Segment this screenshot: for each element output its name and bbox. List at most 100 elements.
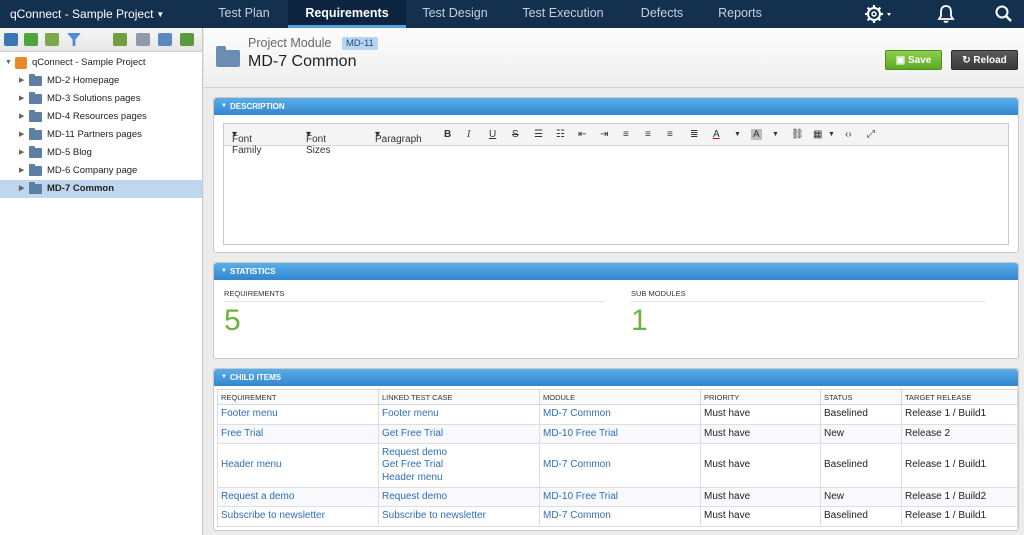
- tree-item[interactable]: ▶ MD-11 Partners pages: [0, 126, 202, 144]
- collapse-icon: ▼: [221, 374, 227, 380]
- expand-arrow-icon[interactable]: ▶: [19, 90, 24, 108]
- add-module-icon[interactable]: [4, 33, 18, 46]
- outdent-icon[interactable]: ⇤: [578, 129, 586, 140]
- module-link[interactable]: MD-10 Free Trial: [539, 487, 701, 507]
- requirement-link[interactable]: Request a demo: [217, 487, 379, 507]
- test-case-link[interactable]: Get Free Trial: [382, 428, 536, 441]
- font-color-caret-icon[interactable]: ▼: [734, 131, 741, 138]
- module-link[interactable]: MD-7 Common: [539, 404, 701, 425]
- page-title[interactable]: MD-7 Common: [248, 53, 356, 71]
- align-left-icon[interactable]: ≡: [623, 129, 629, 140]
- requirement-link[interactable]: Header menu: [217, 443, 379, 488]
- column-header-status[interactable]: STATUS: [820, 389, 902, 405]
- font-sizes-dropdown[interactable]: Font Sizes ▾: [306, 129, 330, 156]
- main-nav: Test Plan Requirements Test Design Test …: [200, 0, 778, 28]
- nav-reports[interactable]: Reports: [702, 0, 778, 28]
- target-release-cell: Release 1 / Build1: [901, 404, 1018, 425]
- test-case-link[interactable]: Header menu: [382, 472, 536, 485]
- linked-test-case-cell: Request demo: [378, 487, 540, 507]
- export-icon[interactable]: [158, 33, 172, 46]
- requirement-link[interactable]: Footer menu: [217, 404, 379, 425]
- add-requirement-icon[interactable]: [24, 33, 38, 46]
- bullet-list-icon[interactable]: ☰: [534, 129, 543, 140]
- align-center-icon[interactable]: ≡: [645, 129, 651, 140]
- expand-arrow-icon[interactable]: ▶: [19, 108, 24, 126]
- fullscreen-icon[interactable]: ⤢: [867, 129, 875, 140]
- expand-arrow-icon[interactable]: ▶: [19, 144, 24, 162]
- test-case-link[interactable]: Get Free Trial: [382, 459, 536, 472]
- requirement-link[interactable]: Free Trial: [217, 424, 379, 444]
- module-id-badge[interactable]: MD-11: [342, 37, 378, 50]
- import-icon[interactable]: [45, 33, 59, 46]
- module-link[interactable]: MD-7 Common: [539, 443, 701, 488]
- expand-arrow-icon[interactable]: ▶: [19, 162, 24, 180]
- paragraph-dropdown[interactable]: Paragraph ▾: [375, 129, 422, 145]
- bg-color-caret-icon[interactable]: ▼: [772, 131, 779, 138]
- requirement-link[interactable]: Subscribe to newsletter: [217, 506, 379, 527]
- strikethrough-button[interactable]: S: [512, 129, 519, 140]
- child-items-table: REQUIREMENT LINKED TEST CASE MODULE PRIO…: [217, 389, 1018, 527]
- nav-requirements[interactable]: Requirements: [288, 0, 406, 28]
- module-link[interactable]: MD-10 Free Trial: [539, 424, 701, 444]
- italic-button[interactable]: I: [467, 129, 470, 140]
- background-color-button[interactable]: A: [751, 129, 762, 140]
- tree-root[interactable]: ▼ qConnect - Sample Project: [0, 54, 202, 72]
- collapse-arrow-icon[interactable]: ▼: [5, 54, 12, 72]
- tree-item[interactable]: ▶ MD-3 Solutions pages: [0, 90, 202, 108]
- expand-arrow-icon[interactable]: ▶: [19, 126, 24, 144]
- module-link[interactable]: MD-7 Common: [539, 506, 701, 527]
- font-family-dropdown[interactable]: Font Family ▾: [232, 129, 261, 156]
- statistics-header[interactable]: ▼ STATISTICS: [214, 263, 1018, 280]
- refresh-tree-icon[interactable]: [113, 33, 127, 46]
- align-right-icon[interactable]: ≡: [667, 129, 673, 140]
- tree-item[interactable]: ▶ MD-4 Resources pages: [0, 108, 202, 126]
- column-header-linked-test-case[interactable]: LINKED TEST CASE: [378, 389, 540, 405]
- test-case-link[interactable]: Request demo: [382, 447, 536, 460]
- table-caret-icon[interactable]: ▼: [828, 131, 835, 138]
- numbered-list-icon[interactable]: ☷: [556, 129, 565, 140]
- statistics-body: REQUIREMENTS 5 SUB MODULES 1: [214, 280, 1018, 352]
- column-header-module[interactable]: MODULE: [539, 389, 701, 405]
- table-row: Header menu Request demo Get Free Trial …: [217, 443, 1018, 488]
- project-selector[interactable]: qConnect - Sample Project ▼: [10, 7, 164, 21]
- filter-icon[interactable]: [67, 33, 81, 46]
- sub-modules-count-label: SUB MODULES: [631, 289, 686, 298]
- column-header-requirement[interactable]: REQUIREMENT: [217, 389, 379, 405]
- expand-arrow-icon[interactable]: ▶: [19, 72, 24, 90]
- font-color-button[interactable]: A: [713, 129, 720, 140]
- search-icon[interactable]: [994, 4, 1014, 24]
- tree-item[interactable]: ▶ MD-5 Blog: [0, 144, 202, 162]
- tree-item-selected[interactable]: ▶ MD-7 Common: [0, 180, 202, 198]
- nav-test-design[interactable]: Test Design: [406, 0, 504, 28]
- bold-button[interactable]: B: [444, 129, 451, 140]
- column-header-priority[interactable]: PRIORITY: [700, 389, 821, 405]
- link-icon[interactable]: ⛓: [791, 129, 804, 140]
- bell-icon[interactable]: [936, 4, 956, 24]
- description-header[interactable]: ▼ DESCRIPTION: [214, 98, 1018, 115]
- nav-test-plan[interactable]: Test Plan: [200, 0, 288, 28]
- test-case-link[interactable]: Footer menu: [382, 408, 536, 421]
- child-items-header[interactable]: ▼ CHILD ITEMS: [214, 369, 1018, 386]
- table-icon[interactable]: ▦: [813, 129, 822, 140]
- indent-icon[interactable]: ⇥: [600, 129, 608, 140]
- copy-icon[interactable]: [136, 33, 150, 46]
- column-header-target-release[interactable]: TARGET RELEASE: [901, 389, 1018, 405]
- test-case-link[interactable]: Request demo: [382, 491, 536, 504]
- save-button[interactable]: ▣ Save: [885, 50, 942, 70]
- reload-button[interactable]: ↻ Reload: [951, 50, 1018, 70]
- source-code-icon[interactable]: ‹›: [845, 129, 852, 140]
- divider: [224, 301, 604, 302]
- tree-item[interactable]: ▶ MD-6 Company page: [0, 162, 202, 180]
- test-case-link[interactable]: Subscribe to newsletter: [382, 510, 536, 523]
- module-tree-panel: ▼ qConnect - Sample Project ▶ MD-2 Homepa…: [0, 28, 203, 535]
- nav-defects[interactable]: Defects: [622, 0, 702, 28]
- folder-icon: [29, 146, 42, 158]
- nav-test-execution[interactable]: Test Execution: [504, 0, 622, 28]
- font-sizes-label: Font Sizes: [306, 134, 331, 156]
- expand-arrow-icon[interactable]: ▶: [19, 180, 24, 198]
- justify-icon[interactable]: ≣: [690, 129, 698, 140]
- expand-icon[interactable]: [180, 33, 194, 46]
- gear-icon[interactable]: [864, 4, 892, 24]
- underline-button[interactable]: U: [489, 129, 496, 140]
- tree-item[interactable]: ▶ MD-2 Homepage: [0, 72, 202, 90]
